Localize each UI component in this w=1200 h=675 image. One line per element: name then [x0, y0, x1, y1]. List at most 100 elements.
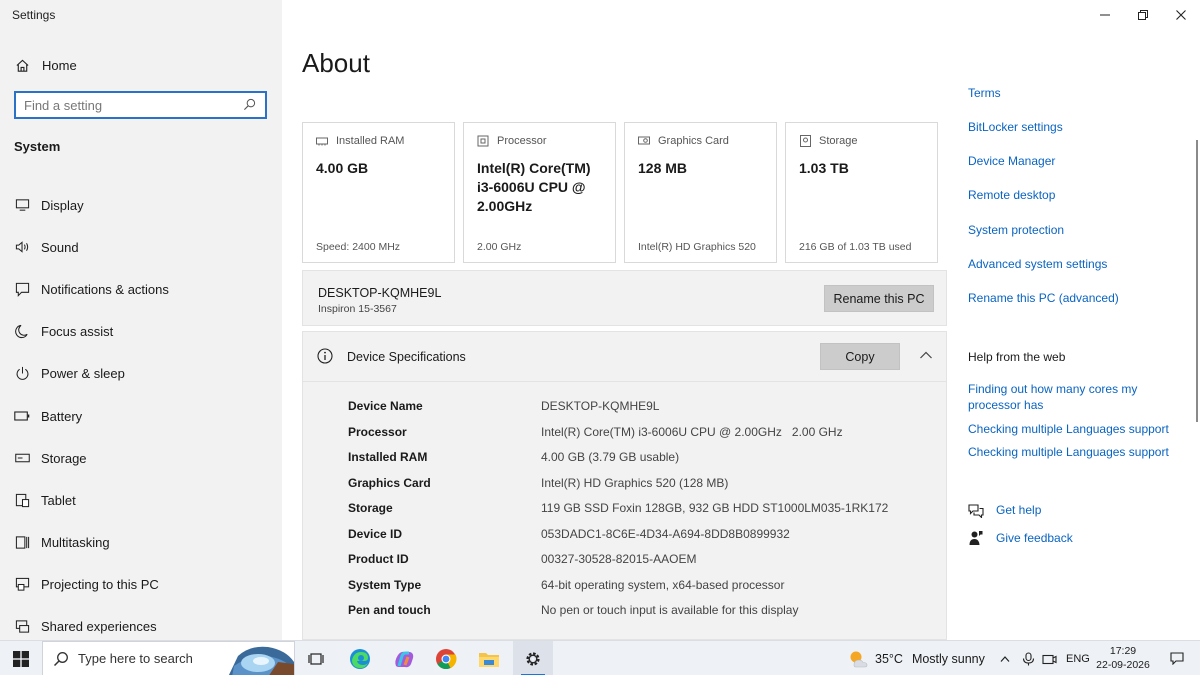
device-specifications-title: Device Specifications	[347, 350, 466, 364]
card-installed-ram: Installed RAM 4.00 GB Speed: 2400 MHz	[302, 122, 455, 263]
sidebar-item-label: Tablet	[41, 492, 76, 508]
taskbar-chrome[interactable]	[426, 641, 466, 675]
link-bitlocker-settings[interactable]: BitLocker settings	[968, 119, 1063, 135]
weather-icon	[850, 651, 868, 667]
feedback-icon	[968, 530, 984, 546]
tray-camera[interactable]	[1038, 641, 1060, 675]
sidebar-item-tablet[interactable]: Tablet	[0, 479, 282, 521]
spec-row: Graphics Card Intel(R) HD Graphics 520 (1…	[348, 476, 888, 502]
taskbar-search[interactable]: Type here to search	[42, 641, 295, 675]
sidebar-item-storage[interactable]: Storage	[0, 437, 282, 479]
device-specifications-header[interactable]: Device Specifications Copy	[303, 332, 946, 382]
weather-widget[interactable]: 35°C Mostly sunny	[848, 641, 985, 675]
link-system-protection[interactable]: System protection	[968, 222, 1064, 238]
rename-pc-button[interactable]: Rename this PC	[824, 285, 934, 312]
chevron-up-icon	[1000, 655, 1010, 662]
spec-value: 119 GB SSD Foxin 128GB, 932 GB HDD ST100…	[541, 501, 889, 515]
sidebar-item-battery[interactable]: Battery	[0, 395, 282, 437]
taskbar-edge[interactable]	[340, 641, 380, 675]
card-value: 1.03 TB	[799, 160, 849, 176]
notification-center-button[interactable]	[1164, 641, 1190, 675]
get-help-label: Get help	[996, 503, 1042, 517]
spec-key: Processor	[348, 424, 407, 439]
sidebar-item-label: Focus assist	[41, 324, 114, 340]
spec-key: Device ID	[348, 526, 403, 541]
taskbar-copilot[interactable]	[384, 641, 424, 675]
scrollbar[interactable]	[1196, 140, 1198, 422]
sidebar-item-label: Storage	[41, 450, 87, 466]
link-remote-desktop[interactable]: Remote desktop	[968, 187, 1055, 203]
link-terms[interactable]: Terms	[968, 85, 1001, 101]
spec-table: Device Name DESKTOP-KQMHE9L Processor Inte…	[348, 399, 888, 629]
sidebar-item-power-sleep[interactable]: Power & sleep	[0, 353, 282, 395]
sidebar-item-label: Display	[41, 197, 84, 213]
spec-row: Processor Intel(R) Core(TM) i3-6006U CPU …	[348, 425, 888, 451]
language-indicator[interactable]: ENG	[1066, 641, 1090, 675]
graphics-card-icon	[638, 135, 650, 147]
start-button[interactable]	[0, 641, 42, 675]
card-footer: Intel(R) HD Graphics 520	[638, 241, 756, 253]
taskbar-file-explorer[interactable]	[469, 641, 509, 675]
taskbar-clock[interactable]: 17:29 22-09-2026	[1096, 644, 1150, 672]
card-label: Storage	[819, 135, 858, 147]
sidebar-item-label: Multitasking	[41, 535, 110, 551]
spec-row: System Type 64-bit operating system, x64-…	[348, 578, 888, 604]
card-value: 128 MB	[638, 160, 688, 176]
settings-search-input[interactable]	[24, 97, 243, 113]
link-rename-pc-advanced[interactable]: Rename this PC (advanced)	[968, 290, 1119, 306]
restore-button[interactable]	[1124, 0, 1162, 30]
window-controls	[1086, 0, 1200, 30]
sidebar-item-label: Battery	[41, 408, 83, 424]
spec-row: Device Name DESKTOP-KQMHE9L	[348, 399, 888, 425]
multitasking-icon	[14, 535, 30, 551]
clock-time: 17:29	[1109, 645, 1137, 657]
card-footer: 2.00 GHz	[477, 241, 522, 253]
moon-icon	[14, 324, 30, 340]
link-languages-support[interactable]: Checking multiple Languages support	[968, 421, 1169, 437]
sidebar-item-sound[interactable]: Sound	[0, 226, 282, 268]
spec-row: Pen and touch No pen or touch input is av…	[348, 603, 888, 629]
speaker-icon	[14, 239, 30, 255]
spec-value: Intel(R) HD Graphics 520 (128 MB)	[541, 475, 729, 490]
sidebar: Settings Home System Display Sound Notif…	[0, 0, 282, 640]
card-value: 4.00 GB	[316, 160, 369, 176]
card-label: Graphics Card	[658, 135, 729, 147]
spec-row: Installed RAM 4.00 GB (3.79 GB usable)	[348, 450, 888, 476]
link-languages-support[interactable]: Checking multiple Languages support	[968, 444, 1169, 460]
give-feedback-link[interactable]: Give feedback	[968, 530, 1073, 546]
pc-name: DESKTOP-KQMHE9L	[318, 286, 442, 300]
tray-meet-now[interactable]	[1018, 641, 1038, 675]
notification-icon	[14, 281, 30, 297]
clock-date: 22-09-2026	[1096, 659, 1150, 671]
settings-search[interactable]	[14, 91, 267, 119]
spec-row: Product ID 00327-30528-82015-AAOEM	[348, 552, 888, 578]
chevron-up-icon[interactable]	[919, 350, 933, 360]
sidebar-item-home[interactable]: Home	[14, 54, 77, 76]
sidebar-item-projecting[interactable]: Projecting to this PC	[0, 564, 282, 606]
sidebar-item-notifications[interactable]: Notifications & actions	[0, 268, 282, 310]
sidebar-item-multitasking[interactable]: Multitasking	[0, 522, 282, 564]
close-button[interactable]	[1162, 0, 1200, 30]
processor-icon	[477, 135, 489, 147]
task-view-button[interactable]	[296, 641, 336, 675]
spec-key: Product ID	[348, 552, 409, 566]
spec-key: Graphics Card	[348, 475, 431, 490]
minimize-button[interactable]	[1086, 0, 1124, 30]
spec-key: Storage	[348, 501, 393, 515]
device-specifications-panel: Device Specifications Copy Device Name DE…	[302, 331, 947, 640]
page-title: About	[302, 48, 370, 78]
taskbar-settings[interactable]	[513, 641, 553, 675]
link-advanced-system-settings[interactable]: Advanced system settings	[968, 256, 1107, 272]
show-hidden-icons-button[interactable]	[994, 641, 1016, 675]
get-help-link[interactable]: Get help	[968, 502, 1041, 518]
sidebar-item-display[interactable]: Display	[0, 184, 282, 226]
weather-temperature: 35°C	[875, 651, 903, 666]
notification-icon	[1170, 652, 1184, 665]
storage-icon	[799, 135, 811, 147]
link-cores-help[interactable]: Finding out how many cores my processor …	[968, 381, 1168, 413]
link-device-manager[interactable]: Device Manager	[968, 153, 1055, 169]
give-feedback-label: Give feedback	[996, 531, 1073, 545]
sidebar-item-focus-assist[interactable]: Focus assist	[0, 311, 282, 353]
copy-button[interactable]: Copy	[820, 343, 900, 370]
card-processor: Processor Intel(R) Core(TM) i3-6006U CPU…	[463, 122, 616, 263]
